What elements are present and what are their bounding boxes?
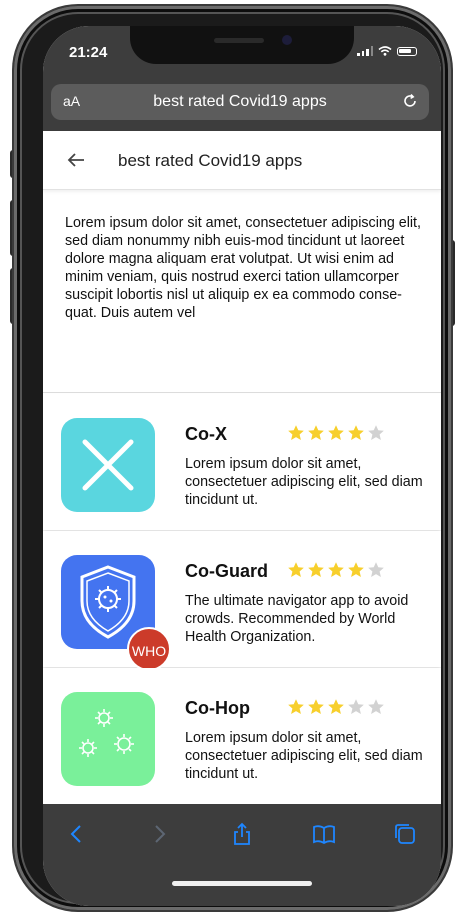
notch xyxy=(130,26,354,64)
page-title: best rated Covid19 apps xyxy=(118,151,303,170)
text-size-button[interactable]: aA xyxy=(63,93,80,109)
app-card-co-x[interactable]: Co-X Lorem ipsum dolor sit amet, consect… xyxy=(43,394,441,530)
star-filled-icon xyxy=(328,699,344,714)
page-header: best rated Covid19 apps xyxy=(43,131,441,190)
browser-toolbar xyxy=(43,804,441,906)
status-icons xyxy=(357,46,417,56)
back-arrow-icon[interactable] xyxy=(65,822,89,846)
bookmarks-icon[interactable] xyxy=(312,822,336,846)
virus-cluster-icon xyxy=(61,692,155,786)
tabs-icon[interactable] xyxy=(393,822,417,846)
share-icon[interactable] xyxy=(230,822,254,846)
star-filled-icon xyxy=(288,562,304,577)
app-card-co-hop[interactable]: Co-Hop Lorem ipsum dolor sit amet, conse… xyxy=(43,668,441,804)
app-name: Co-Hop xyxy=(185,698,250,718)
star-empty-icon xyxy=(368,425,384,440)
back-arrow-icon[interactable] xyxy=(65,149,87,171)
app-name: Co-Guard xyxy=(185,561,268,581)
status-time: 21:24 xyxy=(69,44,108,61)
x-cross-icon xyxy=(61,418,155,512)
address-bar[interactable]: aA best rated Covid19 apps xyxy=(51,84,429,120)
star-empty-icon xyxy=(368,562,384,577)
star-filled-icon xyxy=(348,425,364,440)
app-description: Lorem ipsum dolor sit amet, consectetuer… xyxy=(185,730,423,782)
wifi-icon xyxy=(378,46,392,56)
address-text[interactable]: best rated Covid19 apps xyxy=(51,93,429,111)
who-badge: WHO xyxy=(127,627,171,671)
intro-paragraph: Lorem ipsum dolor sit amet, consectetuer… xyxy=(65,215,421,321)
star-empty-icon xyxy=(368,699,384,714)
app-card-co-guard[interactable]: WHO Co-Guard The ultimate navigator app … xyxy=(43,531,441,671)
divider xyxy=(43,392,441,393)
signal-icon xyxy=(357,46,373,56)
app-name: Co-X xyxy=(185,424,227,444)
home-indicator xyxy=(172,881,312,886)
speaker-grille xyxy=(214,38,264,43)
battery-icon xyxy=(397,46,417,56)
app-description: Lorem ipsum dolor sit amet, consectetuer… xyxy=(185,456,423,508)
rating-stars xyxy=(287,561,385,579)
star-filled-icon xyxy=(328,425,344,440)
star-filled-icon xyxy=(308,699,324,714)
reload-icon[interactable] xyxy=(401,92,419,110)
phone-screen: 21:24 aA best rated Covid19 apps best ra… xyxy=(43,26,441,906)
rating-stars xyxy=(287,698,385,716)
app-description: The ultimate navigator app to avoid crow… xyxy=(185,593,409,645)
star-filled-icon xyxy=(348,562,364,577)
browser-top-bar: 21:24 aA best rated Covid19 apps xyxy=(43,26,441,131)
star-filled-icon xyxy=(308,425,324,440)
rating-stars xyxy=(287,424,385,442)
forward-arrow-icon[interactable] xyxy=(147,822,171,846)
star-filled-icon xyxy=(308,562,324,577)
front-camera xyxy=(282,35,292,45)
star-filled-icon xyxy=(328,562,344,577)
star-filled-icon xyxy=(288,425,304,440)
star-filled-icon xyxy=(288,699,304,714)
star-empty-icon xyxy=(348,699,364,714)
